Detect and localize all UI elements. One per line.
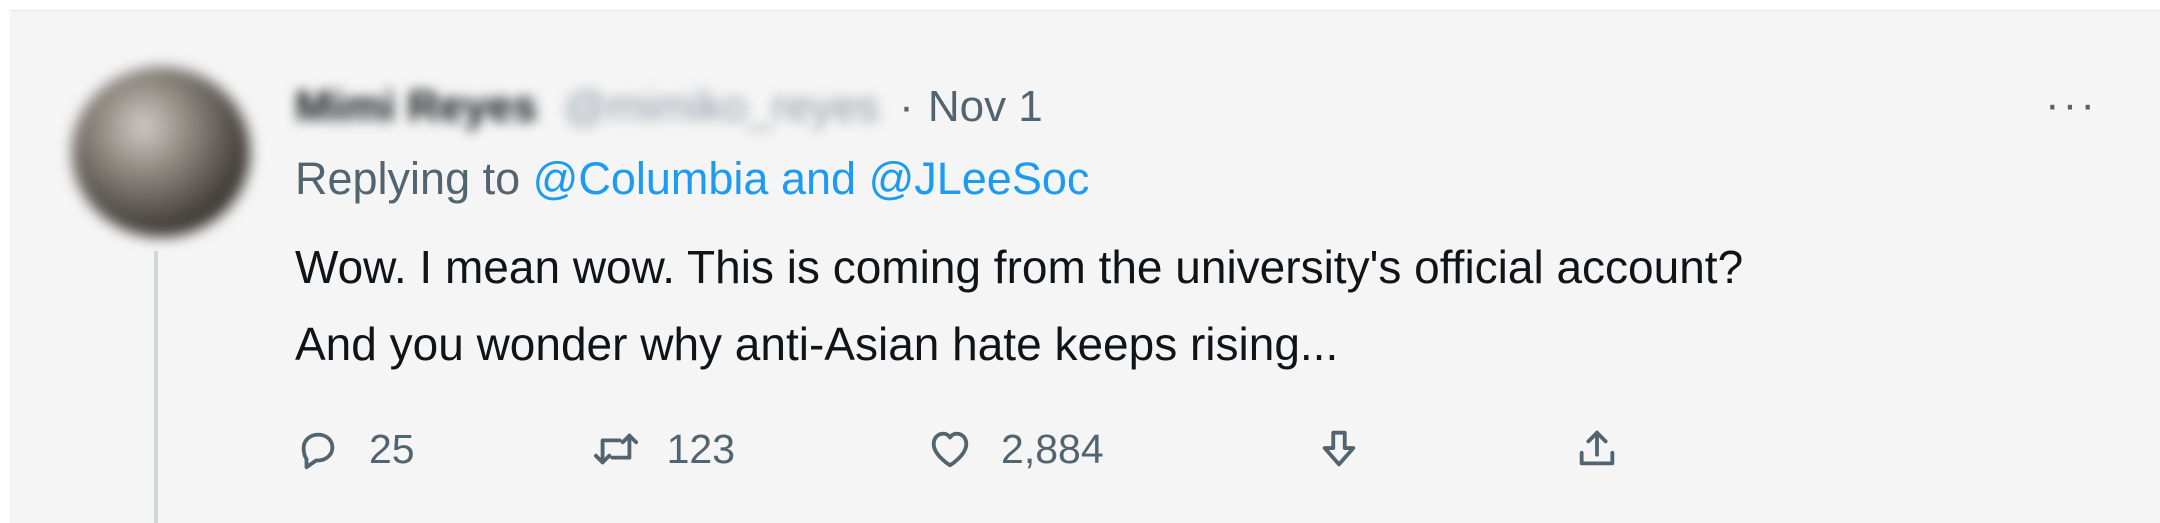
- author-handle[interactable]: @mimiko_reyes: [563, 82, 879, 132]
- tweet-text-line: And you wonder why anti-Asian hate keeps…: [295, 318, 1339, 370]
- retweet-button[interactable]: 123: [593, 426, 735, 473]
- retweet-icon: [593, 433, 638, 465]
- retweet-count: 123: [666, 425, 736, 472]
- like-button[interactable]: 2,884: [927, 426, 1104, 473]
- like-count: 2,884: [1001, 425, 1104, 472]
- action-bar: 25 123 2,884: [295, 419, 1620, 479]
- like-icon: [931, 431, 969, 468]
- separator-dot: ·: [899, 82, 914, 131]
- replying-to: Replying to @Columbia and @JLeeSoc: [295, 153, 1089, 205]
- share-button[interactable]: [1574, 426, 1620, 472]
- downvote-button[interactable]: [1316, 426, 1362, 472]
- tweet-card[interactable]: Mimi Reyes @mimiko_reyes · Nov 1 ··· Rep…: [10, 10, 2160, 523]
- more-icon[interactable]: ···: [2045, 83, 2098, 127]
- reply-icon: [301, 432, 335, 470]
- replying-prefix: Replying to: [295, 153, 521, 204]
- share-icon: [1579, 430, 1614, 466]
- reply-button[interactable]: 25: [295, 426, 415, 473]
- tweet-text-line: Wow. I mean wow. This is coming from the…: [295, 241, 1744, 293]
- downvote-icon: [1322, 430, 1355, 467]
- reply-count: 25: [369, 425, 415, 472]
- mention-columbia[interactable]: @Columbia: [533, 153, 769, 204]
- thread-line: [154, 251, 158, 523]
- tweet-date[interactable]: Nov 1: [928, 82, 1043, 132]
- author-name[interactable]: Mimi Reyes: [295, 82, 537, 132]
- avatar[interactable]: [72, 67, 250, 237]
- mention-jleesoc[interactable]: @JLeeSoc: [869, 153, 1090, 204]
- mention-join: and: [780, 153, 857, 204]
- tweet-header: Mimi Reyes @mimiko_reyes · Nov 1: [295, 77, 1043, 137]
- tweet-text: Wow. I mean wow. This is coming from the…: [295, 229, 2095, 383]
